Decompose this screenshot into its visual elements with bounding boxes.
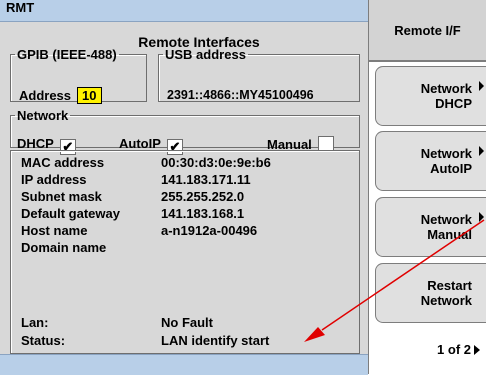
gpib-address-row: Address 10 [19, 87, 102, 104]
info-row-domain: Domain name [21, 240, 161, 256]
network-autoip-softkey[interactable]: Network AutoIP [375, 131, 486, 191]
info-row-mac: MAC address 00:30:d3:0e:9e:b6 [21, 155, 271, 171]
subnet-mask-label: Subnet mask [21, 189, 102, 204]
info-row-gateway: Default gateway 141.183.168.1 [21, 206, 244, 222]
info-row-hostname: Host name a-n1912a-00496 [21, 223, 257, 239]
message-bar [0, 354, 368, 375]
gpib-group: GPIB (IEEE-488) Address 10 [10, 47, 147, 104]
softkey-label-line1: Network [420, 212, 472, 227]
dhcp-label: DHCP [17, 136, 54, 151]
autoip-label: AutoIP [119, 136, 161, 151]
usb-group: USB address 2391::4866::MY45100496 [158, 48, 360, 102]
info-row-status: Status: LAN identify start [21, 333, 269, 349]
softkey-label-line1: Restart [427, 278, 472, 293]
gpib-address-field[interactable]: 10 [77, 87, 102, 104]
main-panel: RMT Remote Interfaces GPIB (IEEE-488) Ad… [0, 0, 369, 375]
info-row-subnet: Subnet mask 255.255.252.0 [21, 189, 244, 205]
mac-address-value: 00:30:d3:0e:9e:b6 [161, 155, 271, 170]
network-group: Network DHCP ✔ AutoIP ✔ Manual [10, 108, 360, 155]
softkey-label-line2: Manual [427, 227, 472, 242]
page-indicator[interactable]: 1 of 2 [375, 342, 480, 357]
default-gateway-label: Default gateway [21, 206, 120, 221]
next-page-arrow-icon [474, 345, 480, 355]
restart-network-softkey[interactable]: Restart Network [375, 263, 486, 323]
submenu-arrow-icon [479, 81, 484, 91]
info-row-ip: IP address 141.183.171.11 [21, 172, 251, 188]
softkey-label-line2: Network [420, 293, 472, 308]
status-label: Status: [21, 333, 66, 348]
submenu-arrow-icon [479, 212, 484, 222]
gpib-address-label: Address [19, 88, 72, 103]
subnet-mask-value: 255.255.252.0 [161, 189, 245, 204]
softkey-panel: Remote I/F Network DHCP Network AutoIP N… [369, 0, 486, 374]
gpib-legend: GPIB (IEEE-488) [17, 47, 117, 62]
default-gateway-value: 141.183.168.1 [161, 206, 245, 221]
submenu-arrow-icon [479, 146, 484, 156]
network-dhcp-softkey[interactable]: Network DHCP [375, 66, 486, 126]
network-info-box: MAC address 00:30:d3:0e:9e:b6 IP address 1… [10, 150, 360, 354]
softkey-menu-title: Remote I/F [369, 0, 486, 62]
status-value: LAN identify start [161, 333, 270, 348]
lan-label: Lan: [21, 315, 49, 330]
softkey-label-line1: Network [420, 81, 472, 96]
host-name-value: a-n1912a-00496 [161, 223, 258, 238]
ip-address-value: 141.183.171.11 [161, 172, 251, 187]
page-indicator-text: 1 of 2 [437, 342, 471, 357]
remote-indicator: RMT [6, 0, 35, 15]
mac-address-label: MAC address [21, 155, 105, 170]
domain-name-label: Domain name [21, 240, 107, 255]
lan-value: No Fault [161, 315, 213, 330]
host-name-label: Host name [21, 223, 88, 238]
ip-address-label: IP address [21, 172, 87, 187]
network-manual-softkey[interactable]: Network Manual [375, 197, 486, 257]
network-legend: Network [17, 108, 69, 123]
status-bar: RMT [0, 0, 368, 22]
info-row-lan: Lan: No Fault [21, 315, 213, 331]
usb-legend: USB address [165, 47, 246, 62]
softkey-label-line2: DHCP [435, 96, 472, 111]
softkey-label-line1: Network [420, 146, 472, 161]
softkey-label-line2: AutoIP [430, 161, 472, 176]
usb-address-value: 2391::4866::MY45100496 [167, 88, 314, 102]
